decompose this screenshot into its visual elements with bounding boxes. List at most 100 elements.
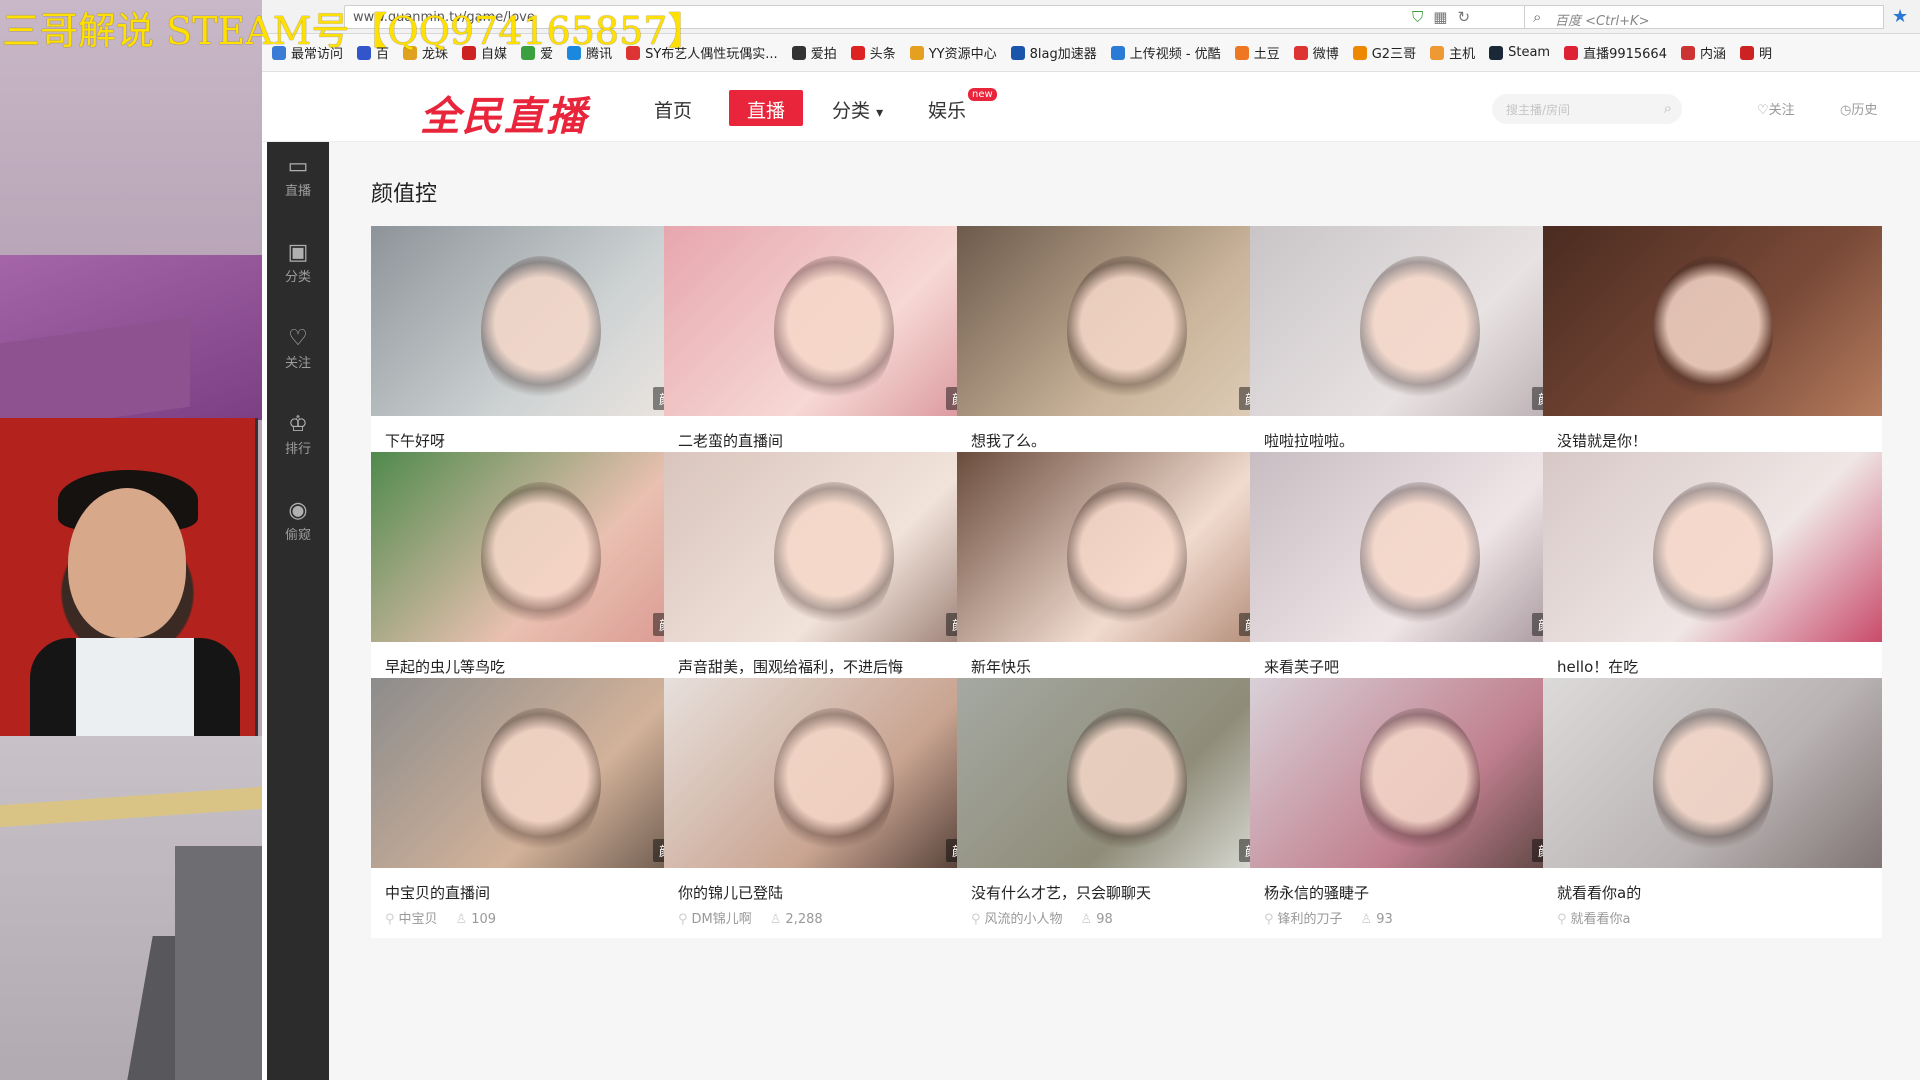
stream-card[interactable]: 颜值控啦啦拉啦啦。⚲仙贝y♙3,109	[1250, 226, 1589, 486]
streamer-name[interactable]: 就看看你a	[1571, 912, 1631, 927]
stream-title[interactable]: 新年快乐	[971, 656, 1289, 677]
stream-thumbnail[interactable]: 颜值控	[371, 678, 710, 868]
stream-card[interactable]: 颜值控二老蛮的直播间⚲二老蛮♙7,070	[664, 226, 1003, 486]
stream-title[interactable]: 来看芙子吧	[1264, 656, 1582, 677]
site-search-input[interactable]: 搜主播/房间 ⌕	[1492, 94, 1682, 124]
bookmark-item[interactable]: Steam	[1489, 45, 1550, 60]
site-logo[interactable]: 全民直播	[420, 84, 588, 142]
qr-icon[interactable]: ▦	[1433, 8, 1457, 26]
bookmark-item[interactable]: YY资源中心	[909, 43, 997, 62]
stream-thumbnail[interactable]: 颜值控	[371, 452, 710, 642]
crown-icon: ♔	[288, 412, 308, 437]
stream-thumbnail[interactable]: 颜值控	[1250, 678, 1589, 868]
shield-icon[interactable]: ⛉	[1412, 8, 1433, 26]
bookmark-item[interactable]: 直播9915664	[1564, 43, 1667, 62]
stream-thumbnail[interactable]: 颜值控	[664, 226, 1003, 416]
sidebar-item-category[interactable]: ▣ 分类	[267, 240, 329, 285]
sidebar-item-rank[interactable]: ♔ 排行	[267, 412, 329, 457]
stream-title[interactable]: 没错就是你！	[1557, 430, 1875, 451]
bookmark-item[interactable]: 8lag加速器	[1010, 43, 1097, 62]
stream-card[interactable]: 颜值控你的锦儿已登陆 ⚲ DM锦儿啊 ♙2,288	[664, 678, 1003, 938]
sidebar-item-live[interactable]: ▭ 直播	[267, 154, 329, 199]
stream-title[interactable]: 二老蛮的直播间	[678, 430, 996, 451]
stream-title[interactable]: 声音甜美，围观给福利，不进后悔	[678, 656, 996, 677]
stream-title[interactable]: 中宝贝的直播间	[385, 882, 703, 903]
stream-card[interactable]: 颜值控下午好呀⚲YUKI林喜琪♙8,660	[371, 226, 710, 486]
stream-thumbnail[interactable]: 颜值控	[957, 226, 1296, 416]
stream-card[interactable]: 颜值控中宝贝的直播间 ⚲ 中宝贝 ♙109	[371, 678, 710, 938]
browser-search-input[interactable]: ⌕ 百度 <Ctrl+K>	[1524, 5, 1884, 29]
viewer-count: 2,288	[785, 912, 823, 927]
streamer-icon: ⚲	[385, 912, 395, 927]
stream-thumbnail[interactable]: 颜值控	[957, 452, 1296, 642]
stream-thumbnail[interactable]: 颜值控	[664, 452, 1003, 642]
stream-thumbnail[interactable]: 颜值控	[1250, 452, 1589, 642]
streamer-name[interactable]: 锋利的刀子	[1278, 912, 1343, 927]
stream-title[interactable]: 下午好呀	[385, 430, 703, 451]
bookmark-item[interactable]: 土豆	[1234, 43, 1280, 62]
search-icon[interactable]: ⌕	[1664, 99, 1672, 117]
nav-live[interactable]: 直播	[729, 90, 804, 126]
header-follow-link[interactable]: ♡关注	[1757, 99, 1795, 118]
stream-card[interactable]: 颜值控声音甜美，围观给福利，不进后悔⚲Mo沫沫沫沫Mo♙2,350	[664, 452, 1003, 712]
stream-title[interactable]: 啦啦拉啦啦。	[1264, 430, 1582, 451]
stream-title[interactable]: hello！在吃	[1557, 656, 1875, 677]
streamer-name[interactable]: 中宝贝	[399, 912, 438, 927]
stream-title[interactable]: 你的锦儿已登陆	[678, 882, 996, 903]
bookmark-item[interactable]: G2三哥	[1352, 43, 1416, 62]
stream-title[interactable]: 就看看你a的	[1557, 882, 1875, 903]
stream-title[interactable]: 想我了么。	[971, 430, 1289, 451]
stream-card[interactable]: 颜值控想我了么。⚲橙子_GL♙4,190	[957, 226, 1296, 486]
thumbnail-image	[774, 256, 894, 406]
stream-title[interactable]: 早起的虫儿等鸟吃	[385, 656, 703, 677]
bookmark-label: 上传视频 - 优酷	[1129, 47, 1221, 62]
stream-title[interactable]: 杨永信的骚睫子	[1264, 882, 1582, 903]
bookmark-item[interactable]: 上传视频 - 优酷	[1110, 43, 1221, 62]
thumbnail-image	[1067, 256, 1187, 406]
bookmark-favicon-icon	[1740, 45, 1754, 60]
stream-card[interactable]: 颜值控早起的虫儿等鸟吃⚲婷妹小可爱♙2,987	[371, 452, 710, 712]
sidebar-item-peek[interactable]: ◉ 偷窥	[267, 498, 329, 543]
browser-window: www.quanmin.tv/game/love ⛉▦↻ ⌕ 百度 <Ctrl+…	[262, 0, 1920, 1080]
stream-card[interactable]: 颜值控杨永信的骚睫子 ⚲ 锋利的刀子 ♙93	[1250, 678, 1589, 938]
grid-icon: ▣	[287, 240, 309, 265]
game-view-top	[0, 0, 262, 434]
streamer-name[interactable]: 风流的小人物	[985, 912, 1063, 927]
bookmark-item[interactable]: 爱拍	[791, 43, 837, 62]
stream-card[interactable]: 没错就是你！⚲妥子妥子酱	[1543, 226, 1882, 486]
stream-thumbnail[interactable]	[1543, 452, 1882, 642]
bookmark-label: 明	[1759, 47, 1773, 62]
bookmark-favicon-icon	[909, 45, 924, 60]
bookmark-item[interactable]: 主机	[1430, 43, 1475, 62]
streamer-name[interactable]: DM锦儿啊	[692, 912, 752, 927]
stream-thumbnail[interactable]	[1543, 678, 1882, 868]
bookmark-label: 爱拍	[810, 47, 837, 62]
sidebar-item-label: 排行	[284, 442, 311, 457]
refresh-icon[interactable]: ↻	[1457, 8, 1480, 26]
bookmark-star-icon[interactable]: ★	[1892, 6, 1908, 27]
nav-category[interactable]: 分类 ▾	[820, 90, 895, 126]
stream-card[interactable]: 颜值控来看芙子吧⚲呆萌的诺宝宝♙1,992	[1250, 452, 1589, 712]
stream-card[interactable]: hello！在吃⚲大爷好萌	[1543, 452, 1882, 712]
thumbnail-image	[774, 708, 894, 858]
stream-card[interactable]: 就看看你a的 ⚲ 就看看你a	[1543, 678, 1882, 938]
stream-thumbnail[interactable]: 颜值控	[1250, 226, 1589, 416]
bookmark-label: 内涵	[1699, 47, 1726, 62]
thumbnail-image	[1067, 482, 1187, 632]
stream-title[interactable]: 没有什么才艺，只会聊聊天	[971, 882, 1289, 903]
bookmark-item[interactable]: 微博	[1293, 43, 1339, 62]
stream-card[interactable]: 颜值控新年快乐⚲HANI敏♙2,019	[957, 452, 1296, 712]
header-history-link[interactable]: ◷历史	[1840, 99, 1877, 118]
stream-thumbnail[interactable]: 颜值控	[371, 226, 710, 416]
nav-home[interactable]: 首页	[642, 90, 704, 126]
bookmark-item[interactable]: 内涵	[1680, 43, 1726, 62]
stream-card[interactable]: 颜值控没有什么才艺，只会聊聊天 ⚲ 风流的小人物 ♙98	[957, 678, 1296, 938]
sidebar-item-follow[interactable]: ♡ 关注	[267, 326, 329, 371]
stream-thumbnail[interactable]	[1543, 226, 1882, 416]
nav-category-label: 分类	[832, 100, 871, 122]
thumbnail-image	[1653, 482, 1773, 632]
bookmark-item[interactable]: 明	[1740, 43, 1772, 62]
stream-thumbnail[interactable]: 颜值控	[957, 678, 1296, 868]
bookmark-item[interactable]: 头条	[850, 43, 896, 62]
stream-thumbnail[interactable]: 颜值控	[664, 678, 1003, 868]
